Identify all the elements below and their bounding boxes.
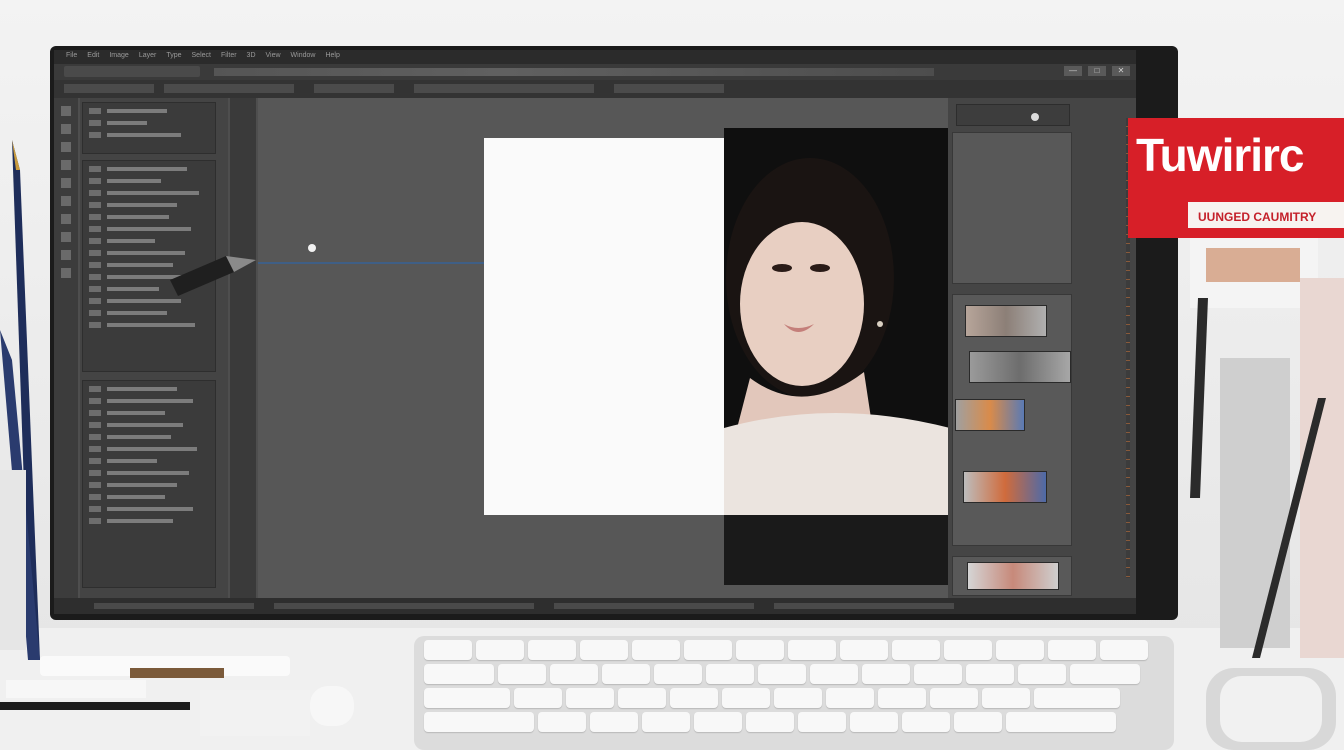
pen-tool-icon[interactable]	[61, 232, 71, 242]
bottom-thumb-panel	[952, 556, 1072, 596]
layer-thumbnail[interactable]	[969, 351, 1071, 383]
move-tool-icon[interactable]	[61, 106, 71, 116]
panel-group	[82, 102, 216, 154]
keyboard	[414, 636, 1174, 750]
tab-bar: — □ ✕	[54, 64, 1136, 80]
options-group[interactable]	[414, 84, 594, 93]
panel-collapse-strip	[230, 98, 256, 598]
portrait-image	[724, 128, 950, 515]
layer-thumbnail[interactable]	[955, 399, 1025, 431]
properties-header	[956, 104, 1070, 126]
white-canvas[interactable]	[484, 138, 724, 515]
menu-type[interactable]: Type	[166, 52, 181, 59]
eraser-tool-icon[interactable]	[61, 214, 71, 224]
options-group[interactable]	[614, 84, 724, 93]
tab-strip	[214, 68, 934, 76]
options-bar	[54, 80, 1136, 98]
desk-scene: File Edit Image Layer Type Select Filter…	[0, 0, 1344, 750]
photo-frame-bottom	[724, 515, 950, 585]
layers-thumb-panel	[952, 294, 1072, 546]
text-tool-icon[interactable]	[61, 250, 71, 260]
slider-knob[interactable]	[308, 244, 316, 252]
sign-subtitle: UUNGED CAUMITRY	[1198, 210, 1317, 224]
adjustments-panel	[952, 132, 1072, 284]
status-segment	[274, 603, 534, 609]
tutorial-sign: Tuwirirc UUNGED CAUMITRY	[1128, 118, 1344, 238]
mouse	[1206, 668, 1336, 750]
maximize-button[interactable]: □	[1088, 66, 1106, 76]
canvas-area[interactable]	[258, 98, 950, 598]
document-tab[interactable]	[64, 66, 200, 77]
status-segment	[554, 603, 754, 609]
options-group[interactable]	[314, 84, 394, 93]
status-segment	[94, 603, 254, 609]
menu-filter[interactable]: Filter	[221, 52, 237, 59]
desk-items-left	[0, 656, 354, 736]
minimize-button[interactable]: —	[1064, 66, 1082, 76]
portrait-photo[interactable]	[724, 128, 950, 515]
menu-3d[interactable]: 3D	[247, 52, 256, 59]
brushes-right	[1190, 238, 1344, 658]
zoom-tool-icon[interactable]	[61, 268, 71, 278]
window-controls: — □ ✕	[1064, 66, 1130, 76]
status-segment	[774, 603, 954, 609]
marquee-tool-icon[interactable]	[61, 124, 71, 134]
status-bar	[54, 598, 1136, 614]
pen-tool-icon	[170, 256, 256, 296]
toolbox	[54, 98, 78, 598]
sign-title: Tuwirirc	[1136, 129, 1305, 181]
menu-window[interactable]: Window	[291, 52, 316, 59]
menu-image[interactable]: Image	[109, 52, 128, 59]
menu-help[interactable]: Help	[325, 52, 339, 59]
layer-thumbnail[interactable]	[967, 562, 1059, 590]
layer-thumbnail[interactable]	[963, 471, 1047, 503]
options-group[interactable]	[64, 84, 154, 93]
options-group[interactable]	[164, 84, 294, 93]
layers-panel	[80, 98, 228, 598]
crop-tool-icon[interactable]	[61, 160, 71, 170]
lasso-tool-icon[interactable]	[61, 142, 71, 152]
menu-edit[interactable]: Edit	[87, 52, 99, 59]
menu-view[interactable]: View	[266, 52, 281, 59]
brush-icon[interactable]	[61, 196, 71, 206]
photoshop-screen: File Edit Image Layer Type Select Filter…	[54, 50, 1136, 614]
menu-select[interactable]: Select	[192, 52, 211, 59]
layer-thumbnail[interactable]	[965, 305, 1047, 337]
monitor: File Edit Image Layer Type Select Filter…	[50, 46, 1178, 620]
right-panels	[948, 98, 1136, 598]
menu-bar: File Edit Image Layer Type Select Filter…	[54, 50, 1136, 64]
panel-group	[82, 380, 216, 588]
eyedropper-icon[interactable]	[61, 178, 71, 188]
dial-icon[interactable]	[1031, 113, 1039, 121]
menu-file[interactable]: File	[66, 52, 77, 59]
close-button[interactable]: ✕	[1112, 66, 1130, 76]
menu-layer[interactable]: Layer	[139, 52, 157, 59]
